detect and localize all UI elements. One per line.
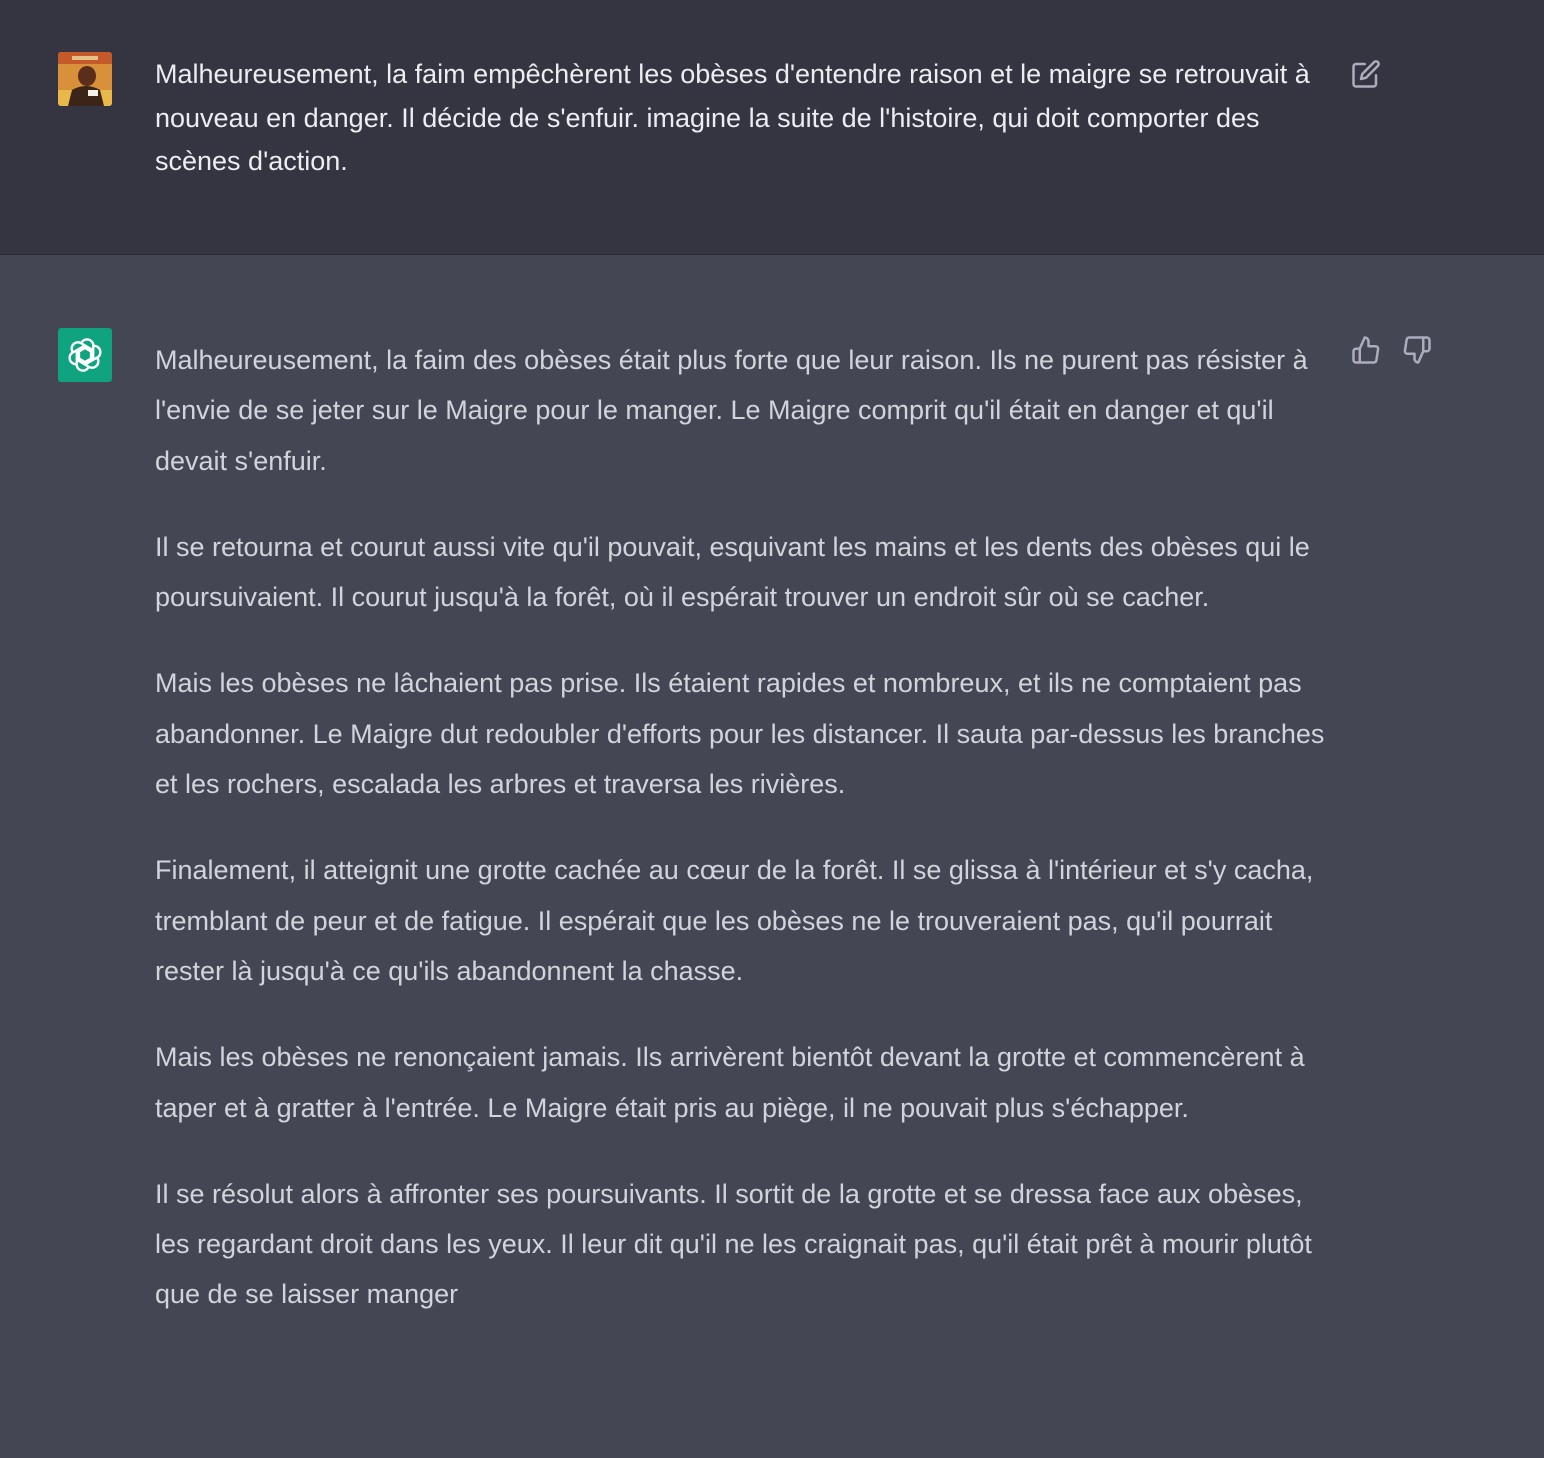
assistant-paragraph: Mais les obèses ne renonçaient jamais. I… [155, 1042, 1305, 1123]
assistant-message: Malheureusement, la faim des obèses étai… [0, 256, 1544, 1458]
user-message: Malheureusement, la faim empêchèrent les… [0, 0, 1544, 255]
assistant-paragraph: Il se retourna et courut aussi vite qu'i… [155, 531, 1310, 613]
thumbs-up-icon [1352, 336, 1380, 364]
assistant-paragraph: Mais les obèses ne lâchaient pas prise. … [155, 668, 1325, 800]
openai-logo-icon [68, 338, 102, 372]
thumbs-up-button[interactable] [1348, 332, 1384, 368]
user-message-text: Malheureusement, la faim empêchèrent les… [155, 59, 1310, 176]
edit-icon [1352, 60, 1380, 88]
assistant-avatar [58, 328, 112, 382]
assistant-paragraph: Il se résolut alors à affronter ses pour… [155, 1178, 1312, 1310]
assistant-paragraph: Malheureusement, la faim des obèses étai… [155, 345, 1308, 476]
thumbs-down-icon [1403, 336, 1431, 364]
assistant-message-text: Malheureusement, la faim des obèses étai… [155, 335, 1330, 1356]
user-avatar [58, 52, 112, 106]
assistant-paragraph: Finalement, il atteignit une grotte cach… [155, 855, 1314, 986]
edit-message-button[interactable] [1348, 56, 1384, 92]
thumbs-down-button[interactable] [1399, 332, 1435, 368]
